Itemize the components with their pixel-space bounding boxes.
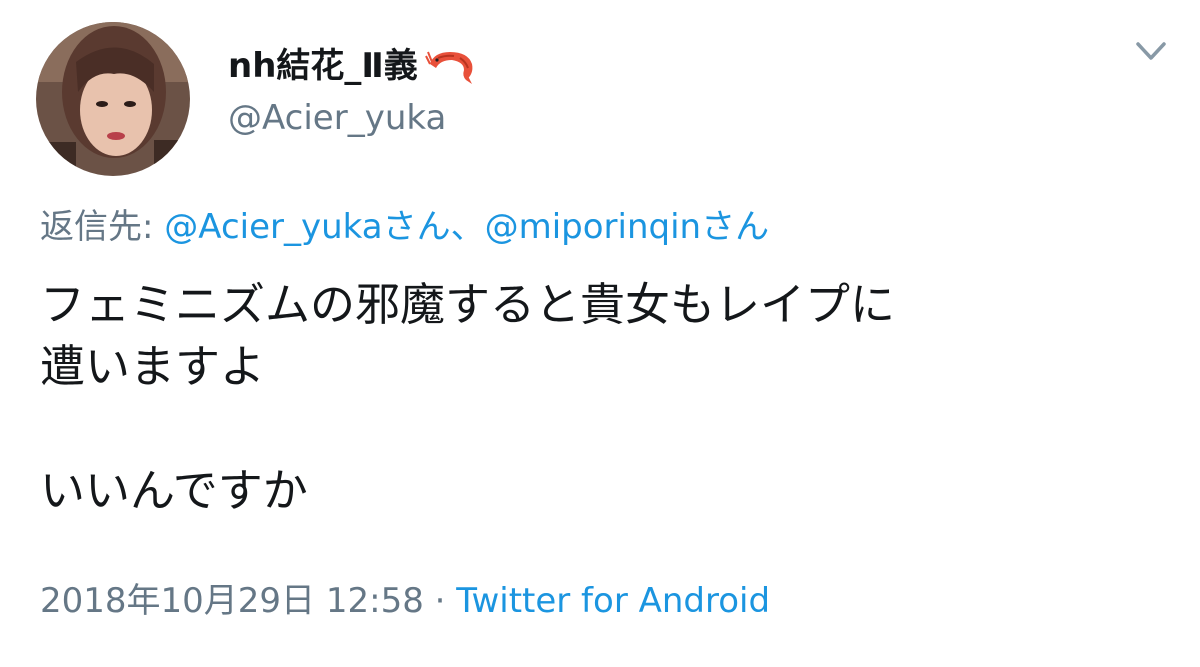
- mention-link-1[interactable]: @Acier_yukaさん: [164, 207, 450, 247]
- tweet-text-line-2: 遭いますよ: [40, 340, 266, 393]
- reply-context: 返信先: @Acier_yukaさん、@miporinqinさん: [40, 204, 769, 250]
- display-name[interactable]: nh結花_Ⅱ義: [228, 46, 418, 86]
- chevron-down-icon[interactable]: [1133, 38, 1169, 66]
- mention-link-2[interactable]: @miporinqinさん: [485, 207, 770, 247]
- user-handle[interactable]: @Acier_yuka: [228, 96, 446, 140]
- avatar[interactable]: [36, 22, 190, 176]
- reply-prefix: 返信先:: [40, 207, 154, 247]
- tweet-text: フェミニズムの邪魔すると貴女もレイプに 遭いますよ いいんですか: [40, 274, 1160, 522]
- tweet-card: nh結花_Ⅱ義 @Acier_yuka 返信先: @Acier_yukaさん、@…: [0, 0, 1200, 667]
- shrimp-emoji-icon: [424, 51, 473, 84]
- tweet-meta: 2018年10月29日 12:58 · Twitter for Android: [40, 578, 770, 624]
- mention-separator: 、: [450, 207, 485, 247]
- tweet-source-link[interactable]: Twitter for Android: [456, 581, 770, 621]
- tweet-timestamp[interactable]: 2018年10月29日 12:58: [40, 581, 424, 621]
- user-avatar-photo: [36, 22, 190, 176]
- tweet-text-line-1: フェミニズムの邪魔すると貴女もレイプに: [40, 278, 896, 331]
- display-name-row[interactable]: nh結花_Ⅱ義: [228, 46, 478, 86]
- meta-separator: ·: [423, 581, 457, 621]
- tweet-text-line-3: いいんですか: [40, 464, 308, 517]
